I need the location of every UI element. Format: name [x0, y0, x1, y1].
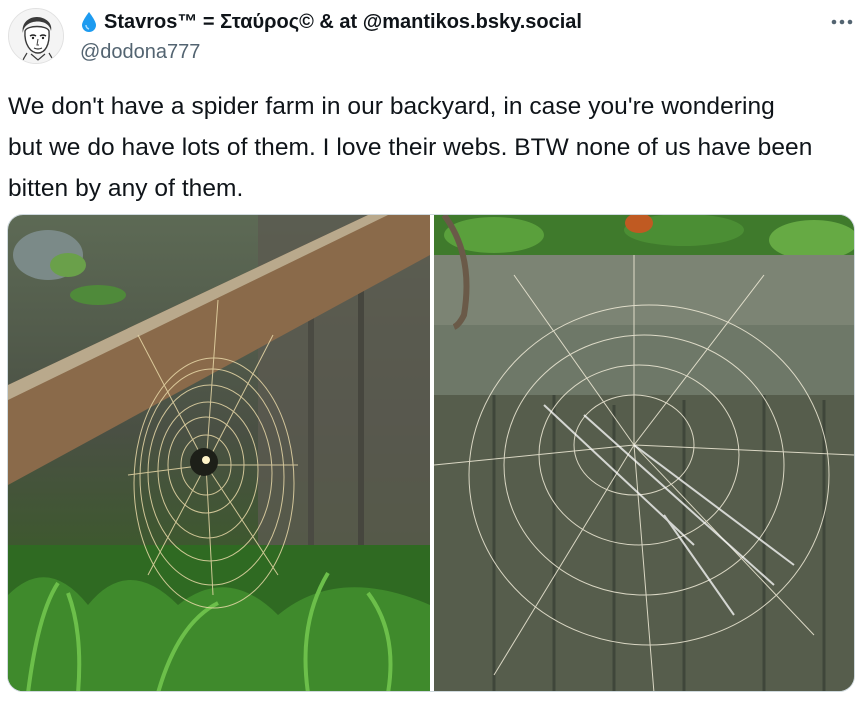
spider-web-image — [8, 215, 430, 691]
spider-web-image — [434, 215, 854, 691]
media-grid — [7, 214, 855, 692]
more-horizontal-icon — [831, 19, 853, 25]
tweet-text: We don't have a spider farm in our backy… — [8, 86, 860, 209]
sketch-portrait-avatar — [9, 9, 63, 63]
display-name[interactable]: Stavros™ = Σταύρος© & at @mantikos.bsky.… — [104, 8, 582, 36]
user-handle[interactable]: @dodona777 — [80, 38, 816, 66]
avatar[interactable] — [8, 8, 64, 64]
photo-spider-web-rail[interactable] — [8, 215, 430, 691]
photo-spider-web-fence[interactable] — [434, 215, 854, 691]
water-drop-icon — [80, 11, 98, 33]
tweet-text-line: bitten by any of them. — [8, 175, 244, 202]
tweet: Stavros™ = Σταύρος© & at @mantikos.bsky.… — [0, 0, 864, 703]
more-options-button[interactable] — [826, 10, 858, 34]
tweet-text-line: but we do have lots of them. I love thei… — [8, 134, 813, 161]
tweet-text-line: We don't have a spider farm in our backy… — [8, 93, 775, 120]
tweet-header: Stavros™ = Σταύρος© & at @mantikos.bsky.… — [80, 8, 816, 66]
name-row: Stavros™ = Σταύρος© & at @mantikos.bsky.… — [80, 8, 816, 36]
